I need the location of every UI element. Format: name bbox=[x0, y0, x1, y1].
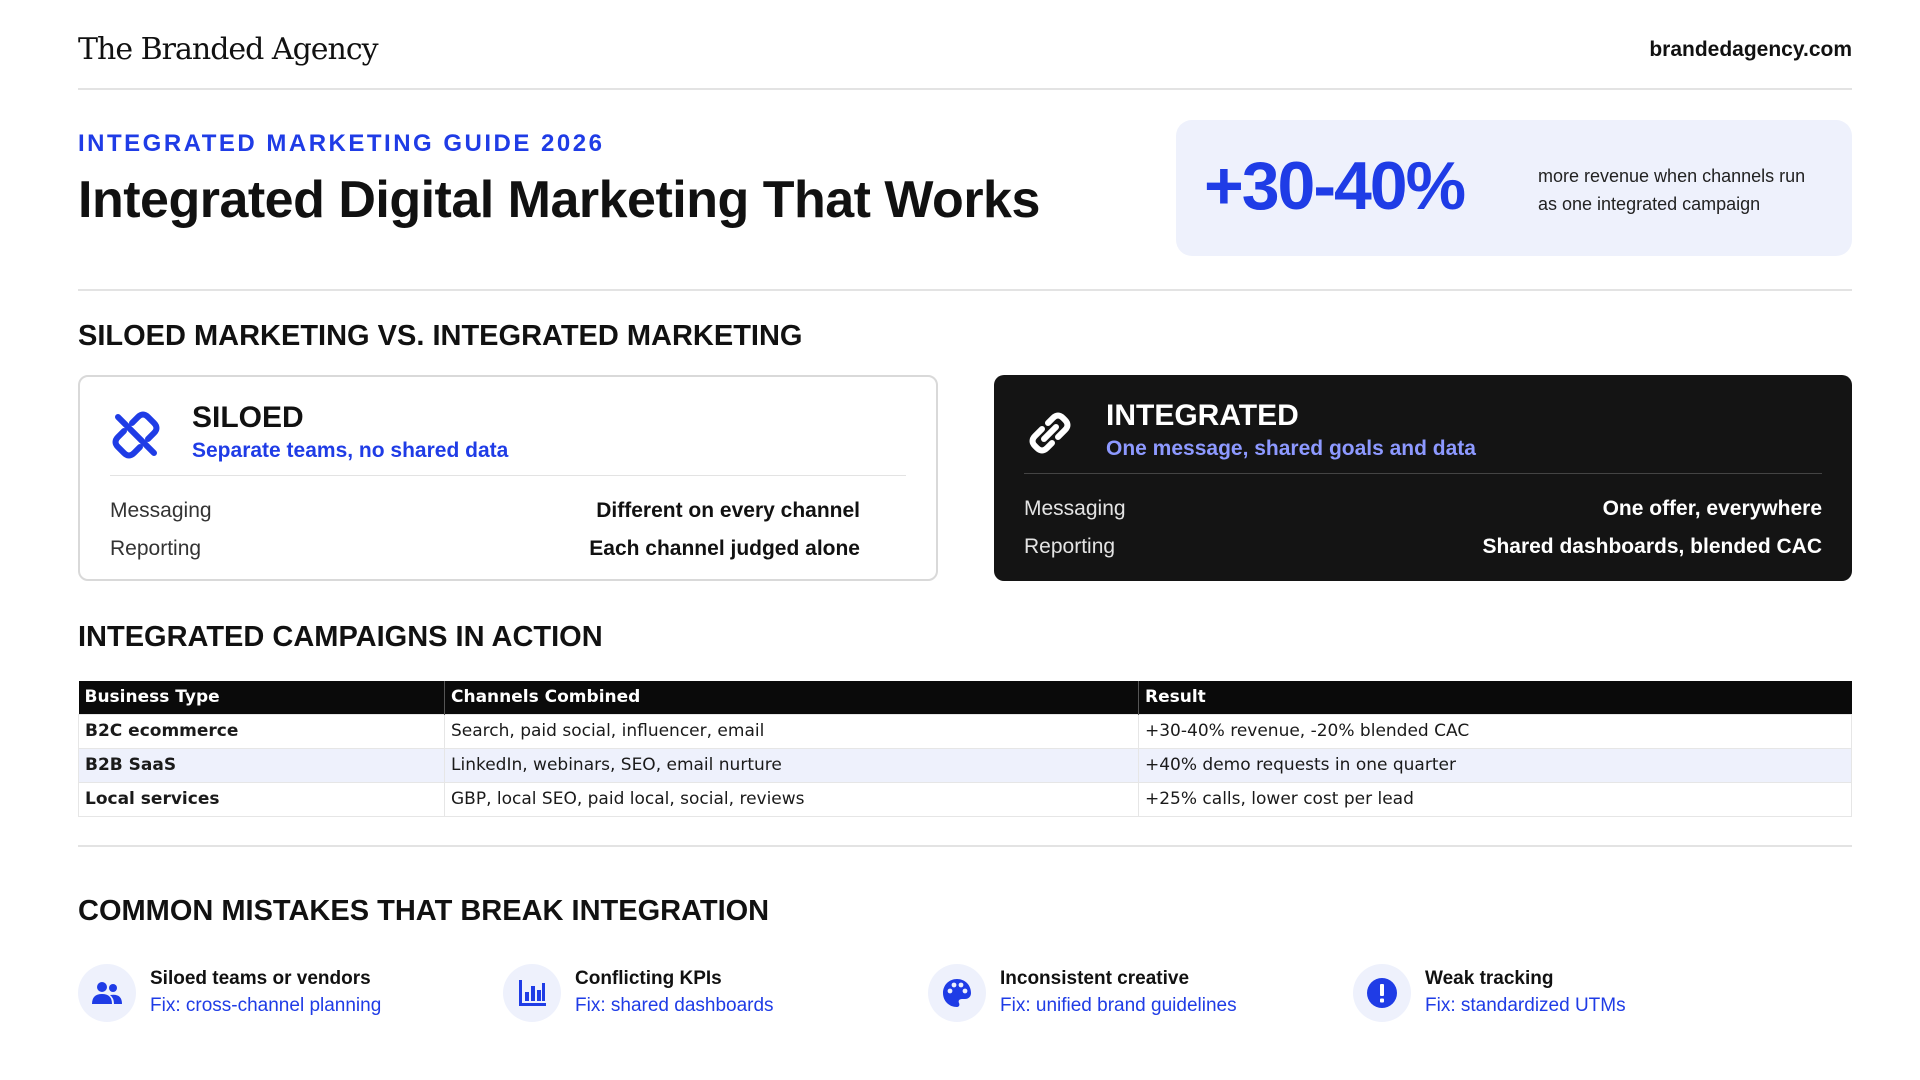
table-cell: +25% calls, lower cost per lead bbox=[1138, 781, 1852, 817]
column-header: Business Type bbox=[78, 681, 445, 714]
campaigns-heading: INTEGRATED CAMPAIGNS IN ACTION bbox=[78, 621, 603, 653]
mistake-fix: Fix: standardized UTMs bbox=[1425, 995, 1626, 1016]
mistake-item: Siloed teams or vendors Fix: cross-chann… bbox=[78, 960, 498, 1026]
integrated-row-messaging: Messaging One offer, everywhere bbox=[1024, 497, 1822, 527]
mistakes-heading: COMMON MISTAKES THAT BREAK INTEGRATION bbox=[78, 895, 770, 927]
table-cell: B2C ecommerce bbox=[78, 713, 445, 749]
top-bar: The Branded Agency brandedagency.com bbox=[78, 28, 1852, 88]
siloed-divider bbox=[110, 475, 906, 476]
integrated-divider bbox=[1024, 473, 1822, 474]
stat-value: +30-40% bbox=[1204, 148, 1466, 224]
mistake-item: Inconsistent creative Fix: unified brand… bbox=[928, 960, 1348, 1026]
site-link[interactable]: brandedagency.com bbox=[1649, 38, 1852, 62]
table-row: B2C ecommerce Search, paid social, influ… bbox=[78, 713, 1852, 749]
people-icon bbox=[78, 964, 136, 1022]
stat-card: +30-40% more revenue when channels run a… bbox=[1176, 120, 1852, 256]
table-cell: Local services bbox=[78, 781, 445, 817]
integrated-row-reporting: Reporting Shared dashboards, blended CAC bbox=[1024, 535, 1822, 565]
row-label: Reporting bbox=[110, 537, 202, 560]
siloed-row-messaging: Messaging Different on every channel bbox=[110, 499, 860, 529]
mistake-title: Weak tracking bbox=[1425, 968, 1554, 989]
table-cell: +30-40% revenue, -20% blended CAC bbox=[1138, 713, 1852, 749]
siloed-subtitle: Separate teams, no shared data bbox=[192, 439, 509, 462]
table-cell: +40% demo requests in one quarter bbox=[1138, 747, 1852, 783]
siloed-card: SILOED Separate teams, no shared data Me… bbox=[78, 375, 938, 581]
row-value: Each channel judged alone bbox=[589, 537, 860, 560]
comparison-heading: SILOED MARKETING VS. INTEGRATED MARKETIN… bbox=[78, 320, 803, 352]
table-header-row: Business Type Channels Combined Result bbox=[78, 681, 1852, 714]
mistake-item: Weak tracking Fix: standardized UTMs bbox=[1353, 960, 1773, 1026]
integrated-title: INTEGRATED bbox=[1106, 399, 1299, 432]
alert-icon bbox=[1353, 964, 1411, 1022]
mistake-title: Inconsistent creative bbox=[1000, 968, 1190, 989]
table-row: Local services GBP, local SEO, paid loca… bbox=[78, 781, 1852, 817]
integrated-card: INTEGRATED One message, shared goals and… bbox=[994, 375, 1852, 581]
row-value: One offer, everywhere bbox=[1602, 497, 1822, 520]
page-title: Integrated Digital Marketing That Works bbox=[78, 171, 1040, 229]
brand-logo[interactable]: The Branded Agency bbox=[78, 32, 379, 67]
integrated-subtitle: One message, shared goals and data bbox=[1106, 437, 1476, 460]
header-divider bbox=[78, 88, 1852, 90]
table-row: B2B SaaS LinkedIn, webinars, SEO, email … bbox=[78, 747, 1852, 783]
mistake-fix: Fix: shared dashboards bbox=[575, 995, 774, 1016]
row-label: Messaging bbox=[1024, 497, 1126, 520]
page: The Branded Agency brandedagency.com INT… bbox=[78, 0, 1852, 1080]
mistakes-list: Siloed teams or vendors Fix: cross-chann… bbox=[78, 960, 1852, 1026]
row-label: Reporting bbox=[1024, 535, 1116, 558]
mistake-fix: Fix: unified brand guidelines bbox=[1000, 995, 1237, 1016]
mistake-title: Conflicting KPIs bbox=[575, 968, 722, 989]
siloed-title: SILOED bbox=[192, 401, 304, 434]
hero-divider bbox=[78, 289, 1852, 291]
column-header: Channels Combined bbox=[444, 681, 1139, 714]
table-divider bbox=[78, 845, 1852, 847]
link-icon bbox=[1026, 409, 1074, 457]
mistake-fix: Fix: cross-channel planning bbox=[150, 995, 382, 1016]
table-cell: GBP, local SEO, paid local, social, revi… bbox=[444, 781, 1139, 817]
palette-icon bbox=[928, 964, 986, 1022]
column-header: Result bbox=[1138, 681, 1852, 714]
link-broken-icon bbox=[112, 411, 160, 459]
guide-eyebrow: INTEGRATED MARKETING GUIDE 2026 bbox=[78, 130, 605, 157]
row-value: Different on every channel bbox=[596, 499, 860, 522]
campaigns-table: Business Type Channels Combined Result B… bbox=[78, 681, 1852, 817]
siloed-row-reporting: Reporting Each channel judged alone bbox=[110, 537, 860, 567]
mistake-title: Siloed teams or vendors bbox=[150, 968, 371, 989]
mistake-item: Conflicting KPIs Fix: shared dashboards bbox=[503, 960, 923, 1026]
bar-chart-icon bbox=[503, 964, 561, 1022]
table-cell: B2B SaaS bbox=[78, 747, 445, 783]
table-cell: Search, paid social, influencer, email bbox=[444, 713, 1139, 749]
stat-description: more revenue when channels run as one in… bbox=[1538, 166, 1806, 214]
row-label: Messaging bbox=[110, 499, 212, 522]
table-cell: LinkedIn, webinars, SEO, email nurture bbox=[444, 747, 1139, 783]
row-value: Shared dashboards, blended CAC bbox=[1482, 535, 1822, 558]
